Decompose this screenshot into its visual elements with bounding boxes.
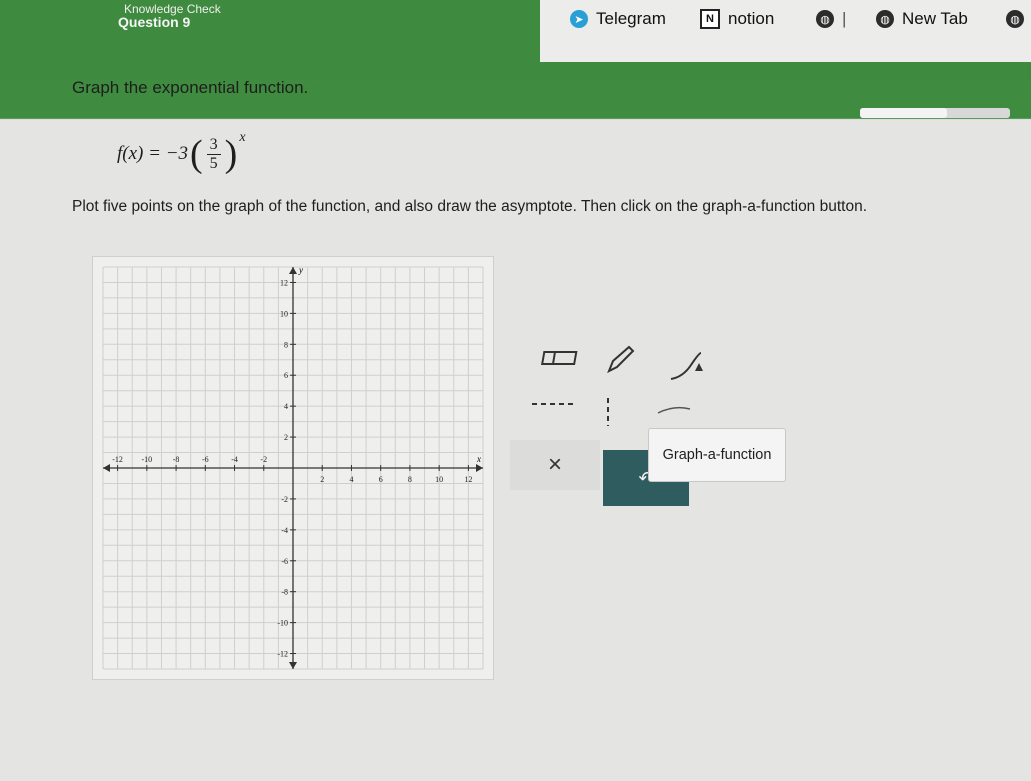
right-paren: )	[224, 133, 238, 175]
y-tick-label: 12	[280, 278, 288, 287]
y-tick-label: -10	[277, 619, 288, 628]
tool-eraser[interactable]	[538, 344, 584, 374]
x-axis-arrow	[476, 464, 483, 472]
function-formula: f(x) = −3 ( 3 5 ) x	[117, 130, 246, 175]
x-tick-label: -8	[173, 455, 180, 464]
x-tick-label: -6	[202, 455, 209, 464]
notion-icon: N	[700, 9, 720, 29]
globe-icon: ◍	[816, 10, 834, 28]
telegram-icon: ➤	[570, 10, 588, 28]
bookmark-globe-2[interactable]: ◍	[996, 4, 1028, 34]
bookmark-notion[interactable]: N notion	[690, 4, 785, 34]
graph-area[interactable]: -12 -10 -8 -6 -4 -2 2 4 6 8 10 12 12 10 8 6 4 2 -2 -4 -6 -8 -1…	[92, 256, 494, 680]
y-tick-label: 8	[284, 340, 288, 349]
tool-vertical-asymptote[interactable]	[598, 394, 618, 430]
y-tick-label: -6	[281, 557, 288, 566]
y-tick-label: 6	[284, 371, 288, 380]
x-tick-label: 10	[435, 475, 443, 484]
tool-curve-small[interactable]	[654, 402, 694, 418]
graph-a-function-tooltip: Graph-a-function	[648, 428, 786, 482]
separator: |	[842, 9, 847, 28]
y-axis-arrow-down	[289, 662, 297, 669]
new-tab-icon: ◍	[876, 10, 894, 28]
y-tick-label: -12	[277, 650, 288, 659]
vertical-asymptote-icon	[607, 398, 609, 426]
x-tick-label: -12	[112, 455, 123, 464]
x-tick-label: 8	[408, 475, 412, 484]
y-tick-label: -2	[281, 495, 288, 504]
x-tick-label: 6	[379, 475, 383, 484]
instructions: Plot five points on the graph of the fun…	[72, 198, 868, 215]
y-tick-label: 10	[280, 309, 288, 318]
left-paren: (	[190, 133, 203, 175]
y-tick-label: 2	[284, 433, 288, 442]
bookmark-telegram[interactable]: ➤ Telegram	[560, 4, 676, 34]
eraser-icon	[541, 351, 578, 365]
clear-button[interactable]: ×	[510, 440, 600, 490]
fraction-denominator: 5	[209, 154, 218, 172]
tool-pencil[interactable]	[600, 340, 640, 380]
y-tick-label: -8	[281, 588, 288, 597]
y-axis-arrow	[289, 267, 297, 274]
x-axis-label: x	[476, 454, 481, 464]
y-tick-label: -4	[281, 526, 288, 535]
globe-icon: ◍	[1006, 10, 1024, 28]
exponent: x	[239, 130, 246, 145]
x-axis-arrow-left	[103, 464, 110, 472]
x-tick-label: -4	[231, 455, 238, 464]
pencil-icon	[607, 345, 635, 374]
progress-fill	[860, 108, 947, 118]
x-tick-label: 2	[320, 475, 324, 484]
x-tick-label: 4	[349, 475, 353, 484]
tool-horizontal-asymptote[interactable]	[528, 394, 578, 414]
tool-exponential[interactable]	[664, 348, 716, 388]
bookmark-new-tab[interactable]: ◍ New Tab	[866, 4, 978, 34]
x-tick-label: -10	[142, 455, 153, 464]
fraction: 3 5	[206, 136, 221, 173]
progress-bar	[860, 108, 1010, 118]
exponential-curve-icon	[670, 352, 703, 380]
fraction-numerator: 3	[206, 136, 221, 155]
y-tick-label: 4	[284, 402, 288, 411]
horizontal-asymptote-icon	[532, 403, 574, 405]
bookmark-globe[interactable]: ◍ |	[806, 4, 857, 34]
x-tick-label: 12	[464, 475, 472, 484]
question-prompt: Graph the exponential function.	[72, 78, 309, 97]
question-number: Question 9	[118, 14, 191, 30]
y-axis-label: y	[298, 265, 303, 275]
curve-icon	[657, 406, 691, 414]
x-tick-label: -2	[260, 455, 267, 464]
coordinate-plane[interactable]: -12 -10 -8 -6 -4 -2 2 4 6 8 10 12 12 10 8 6 4 2 -2 -4 -6 -8 -1…	[93, 257, 493, 679]
formula-lhs: f(x) = −3	[117, 143, 189, 164]
